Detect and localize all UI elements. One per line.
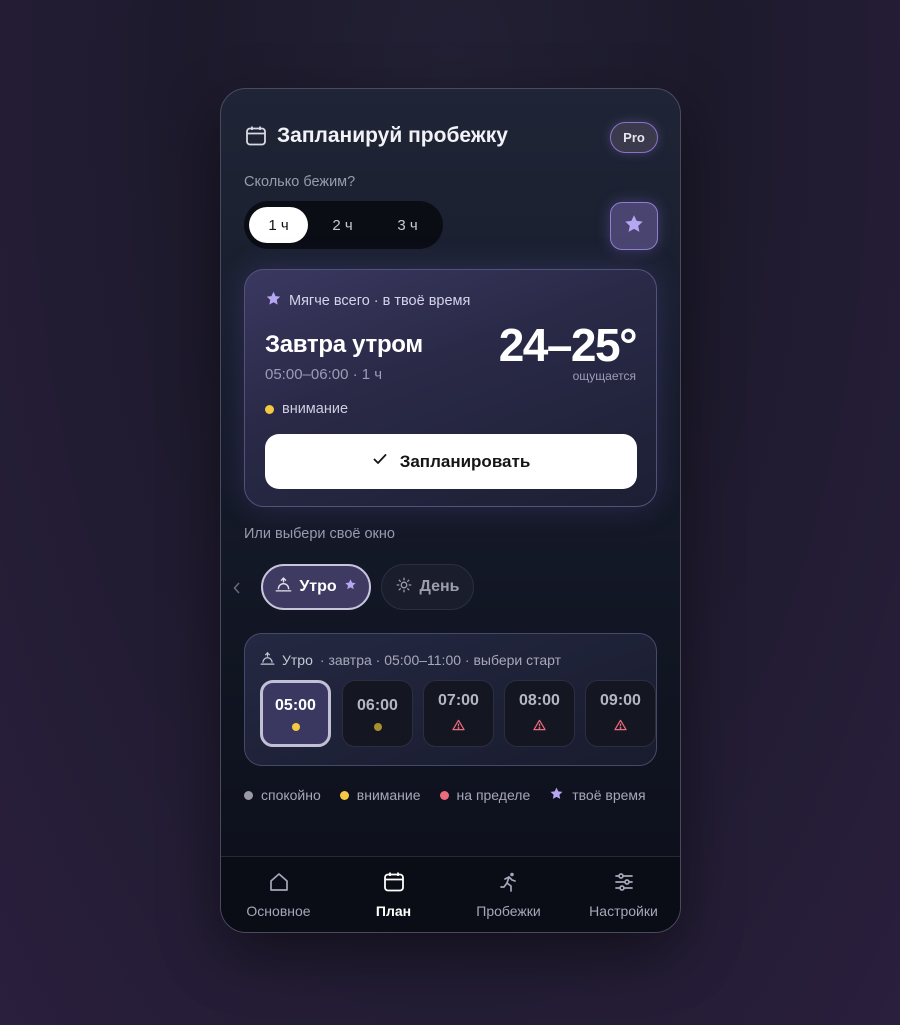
limit-dot-icon xyxy=(439,790,449,800)
bottom-navigation: Основное План Пробежки Настройки xyxy=(221,856,680,932)
chevron-left-icon[interactable] xyxy=(233,581,241,599)
slot-time: 08:00 xyxy=(519,691,560,709)
legend-item-calm: спокойно xyxy=(244,787,321,803)
slot-time: 05:00 xyxy=(275,696,316,714)
recommendation-temperature: 24–25° xyxy=(498,319,638,371)
duration-selector: 1 ч 2 ч 3 ч xyxy=(244,201,443,249)
time-slot-0600[interactable]: 06:00 xyxy=(342,680,413,747)
star-icon xyxy=(344,578,357,596)
recommendation-heading: Мягче всего · в твоё время xyxy=(289,292,471,309)
duration-option-1h[interactable]: 1 ч xyxy=(249,207,308,243)
time-slot-0900[interactable]: 09:00 xyxy=(585,680,656,747)
calendar-icon xyxy=(383,871,405,896)
window-picker-label: Или выбери своё окно xyxy=(244,526,395,542)
runner-icon xyxy=(498,871,520,896)
status-label: внимание xyxy=(282,401,349,417)
legend-label: спокойно xyxy=(261,787,321,803)
legend-item-attention: внимание xyxy=(339,787,421,803)
warning-triangle-icon xyxy=(452,718,465,736)
calendar-icon xyxy=(245,125,267,147)
slots-header: Утро · завтра · 05:00–11:00 · выбери ста… xyxy=(260,651,561,669)
nav-label: Основное xyxy=(246,903,311,919)
legend-label: внимание xyxy=(356,787,421,803)
duration-option-2h[interactable]: 2 ч xyxy=(313,207,372,243)
sunrise-icon xyxy=(275,576,292,598)
home-icon xyxy=(268,871,290,896)
legend-label: на пределе xyxy=(456,787,531,803)
sliders-icon xyxy=(613,871,635,896)
nav-label: Пробежки xyxy=(476,903,541,919)
recommendation-time: 05:00–06:00 · 1 ч xyxy=(265,366,383,383)
attention-dot-icon xyxy=(291,722,300,731)
time-slot-0700[interactable]: 07:00 xyxy=(423,680,494,747)
tab-day-label: День xyxy=(419,578,460,595)
recommendation-when: Завтра утром xyxy=(265,331,423,358)
favorite-time-button[interactable] xyxy=(610,202,658,250)
pro-badge[interactable]: Pro xyxy=(610,122,658,153)
slot-time: 09:00 xyxy=(600,691,641,709)
duration-option-3h[interactable]: 3 ч xyxy=(378,207,437,243)
attention-dot-icon xyxy=(373,722,382,731)
star-icon xyxy=(265,290,282,311)
time-slot-0800[interactable]: 08:00 xyxy=(504,680,575,747)
nav-label: Настройки xyxy=(589,903,658,919)
feels-like-label: ощущается xyxy=(572,369,636,383)
schedule-button[interactable]: Запланировать xyxy=(265,434,637,489)
schedule-button-label: Запланировать xyxy=(399,451,531,471)
time-slots-card: Утро · завтра · 05:00–11:00 · выбери ста… xyxy=(244,633,657,766)
attention-dot-icon xyxy=(339,790,349,800)
recommendation-card: Мягче всего · в твоё время Завтра утром … xyxy=(244,269,657,507)
slots-period: Утро xyxy=(282,652,313,668)
legend-item-your-time: твоё время xyxy=(549,786,646,804)
check-icon xyxy=(372,451,388,472)
time-slot-0500[interactable]: 05:00 xyxy=(260,680,331,747)
nav-label: План xyxy=(375,903,412,919)
warning-triangle-icon xyxy=(614,718,627,736)
tab-day[interactable]: День xyxy=(381,564,474,610)
legend-label: твоё время xyxy=(572,787,646,803)
nav-item-settings[interactable]: Настройки xyxy=(566,871,680,919)
slot-time: 07:00 xyxy=(438,691,479,709)
recommendation-status: внимание xyxy=(265,401,348,417)
page-title: Запланируй пробежку xyxy=(277,124,508,147)
plan-screen: Запланируй пробежку Pro Сколько бежим? 1… xyxy=(220,88,681,933)
tab-morning-label: Утро xyxy=(299,578,337,595)
nav-item-home[interactable]: Основное xyxy=(221,871,336,919)
attention-dot-icon xyxy=(265,404,274,414)
star-icon xyxy=(549,786,564,804)
slots-subtitle: · завтра · 05:00–11:00 · выбери старт xyxy=(319,652,562,668)
legend-item-limit: на пределе xyxy=(439,787,531,803)
tab-morning[interactable]: Утро xyxy=(261,564,371,610)
nav-item-runs[interactable]: Пробежки xyxy=(451,871,566,919)
nav-item-plan[interactable]: План xyxy=(336,871,451,919)
star-icon xyxy=(623,213,645,240)
warning-triangle-icon xyxy=(533,718,546,736)
slot-time: 06:00 xyxy=(357,696,398,714)
sun-icon xyxy=(396,577,412,598)
calm-dot-icon xyxy=(244,790,253,800)
sunrise-icon xyxy=(260,651,275,669)
status-legend: спокойно внимание на пределе твоё время xyxy=(244,786,665,804)
recommendation-header: Мягче всего · в твоё время xyxy=(265,290,470,311)
duration-question: Сколько бежим? xyxy=(244,174,356,190)
